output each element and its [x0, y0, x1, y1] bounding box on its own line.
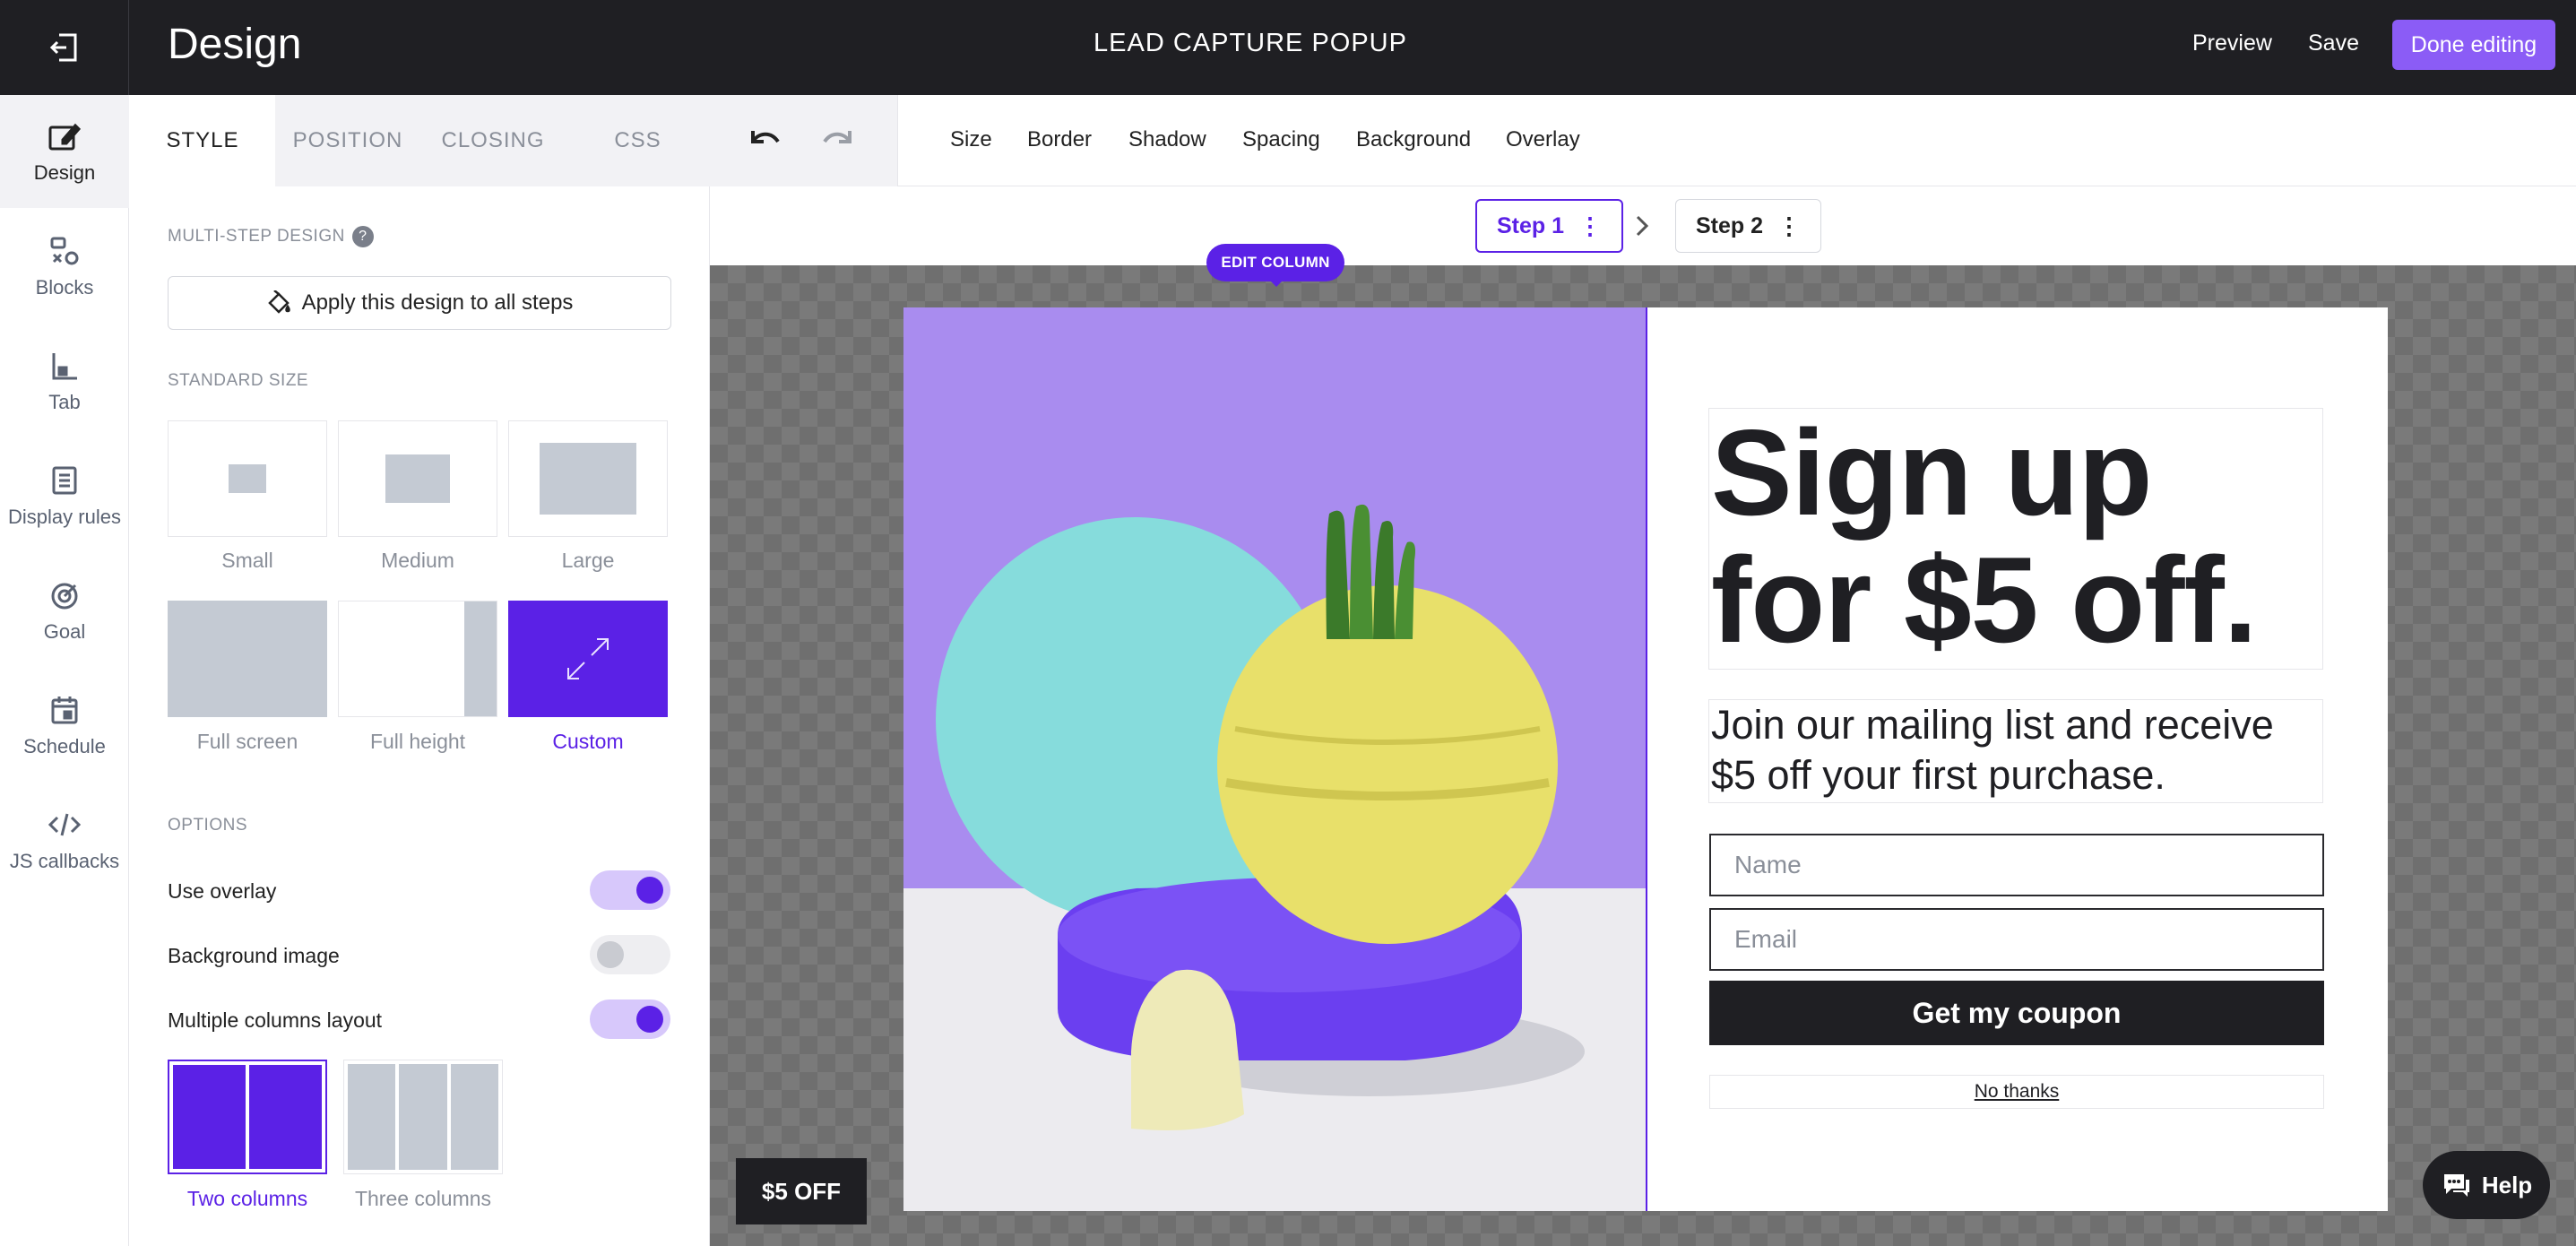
save-button[interactable]: Save — [2308, 30, 2359, 56]
popup-name: LEAD CAPTURE POPUP — [1094, 29, 1407, 57]
nav-label: Tab — [48, 391, 81, 413]
help-label: Help — [2481, 1171, 2533, 1198]
toggle-knob — [636, 1006, 663, 1033]
pen-icon — [48, 123, 82, 151]
standard-size-label: STANDARD SIZE — [168, 371, 309, 390]
code-icon — [48, 813, 82, 836]
size-large[interactable] — [508, 420, 668, 537]
toggle-knob — [636, 877, 663, 904]
nav-label: Goal — [43, 620, 86, 643]
nav-goal[interactable]: Goal — [0, 554, 129, 667]
use-overlay-toggle[interactable] — [590, 870, 670, 910]
multistep-label: MULTI-STEP DESIGN — [168, 227, 345, 247]
size-small-label: Small — [221, 549, 273, 572]
redo-icon[interactable] — [819, 124, 855, 156]
step-1-tab[interactable]: Step 1 ⋮ — [1475, 199, 1624, 253]
multistep-label-row: MULTI-STEP DESIGN? — [168, 226, 374, 247]
undo-icon[interactable] — [748, 124, 783, 156]
nav-label: Display rules — [8, 506, 121, 528]
style-panel: STYLE POSITION CLOSING CSS MULTI-STEP DE… — [130, 95, 710, 1246]
size-full-screen-label: Full screen — [196, 730, 298, 753]
size-medium-label: Medium — [381, 549, 454, 572]
image-column[interactable] — [903, 307, 1647, 1211]
popup-headline[interactable]: Sign up for $5 off. — [1708, 408, 2323, 670]
size-small[interactable] — [168, 420, 327, 537]
layout-three-columns[interactable] — [343, 1060, 503, 1174]
size-full-height[interactable] — [338, 601, 497, 717]
step-label: Step 1 — [1497, 212, 1565, 238]
name-field[interactable]: Name — [1709, 834, 2324, 896]
size-full-height-label: Full height — [369, 730, 466, 753]
options-label: OPTIONS — [168, 816, 248, 835]
size-full-screen[interactable] — [168, 601, 327, 717]
step-label: Step 2 — [1696, 212, 1764, 238]
left-nav: Design Blocks Tab Display rules Goal Sch… — [0, 95, 129, 1246]
calendar-icon — [51, 697, 78, 724]
background-image-label: Background image — [168, 944, 340, 967]
three-columns-label: Three columns — [354, 1187, 492, 1210]
multiple-columns-toggle[interactable] — [590, 999, 670, 1039]
document-icon — [52, 466, 77, 495]
step-bar: Step 1 ⋮ Step 2 ⋮ — [710, 186, 2576, 265]
apply-label: Apply this design to all steps — [301, 290, 574, 315]
two-columns-label: Two columns — [186, 1187, 308, 1210]
panel-tabs: STYLE POSITION CLOSING CSS — [130, 95, 710, 186]
target-icon — [51, 583, 78, 610]
size-large-label: Large — [561, 549, 615, 572]
toggle-knob — [597, 941, 624, 968]
nav-label: JS callbacks — [9, 850, 120, 872]
help-button[interactable]: Help — [2423, 1151, 2550, 1219]
editor-toolbar: Size Border Shadow Spacing Background Ov… — [710, 95, 2576, 186]
nav-design[interactable]: Design — [0, 95, 129, 208]
nav-tab[interactable]: Tab — [0, 324, 129, 437]
tab-position[interactable]: POSITION — [275, 95, 420, 186]
nav-label: Blocks — [35, 276, 94, 299]
nav-blocks[interactable]: Blocks — [0, 210, 129, 323]
history-controls — [710, 95, 898, 186]
top-bar: Design LEAD CAPTURE POPUP Preview Save D… — [0, 0, 2576, 95]
toolbar-size[interactable]: Size — [950, 127, 992, 152]
tab-style[interactable]: STYLE — [130, 95, 275, 186]
apply-all-steps-button[interactable]: Apply this design to all steps — [168, 276, 671, 330]
toolbar-background[interactable]: Background — [1356, 127, 1471, 152]
product-photo — [903, 307, 1646, 1211]
tab-icon — [52, 353, 77, 380]
tab-css[interactable]: CSS — [566, 95, 710, 186]
background-image-toggle[interactable] — [590, 935, 670, 974]
no-thanks-link[interactable]: No thanks — [1709, 1075, 2324, 1109]
multiple-columns-label: Multiple columns layout — [168, 1008, 383, 1032]
more-vertical-icon[interactable]: ⋮ — [1777, 212, 1801, 240]
teaser-badge[interactable]: $5 OFF — [736, 1158, 867, 1224]
tab-closing[interactable]: CLOSING — [420, 95, 566, 186]
nav-display-rules[interactable]: Display rules — [0, 439, 129, 552]
layout-two-columns[interactable] — [168, 1060, 327, 1174]
email-field[interactable]: Email — [1709, 908, 2324, 971]
done-editing-button[interactable]: Done editing — [2392, 20, 2555, 70]
chevron-right-icon — [1636, 215, 1649, 237]
toolbar-border[interactable]: Border — [1027, 127, 1092, 152]
size-custom-label: Custom — [552, 730, 624, 753]
blocks-icon — [50, 237, 79, 265]
nav-label: Schedule — [23, 735, 106, 757]
nav-label: Design — [33, 161, 96, 184]
paint-bucket-icon — [267, 290, 290, 314]
chat-icon — [2443, 1174, 2469, 1197]
more-vertical-icon[interactable]: ⋮ — [1578, 212, 1602, 240]
toolbar-overlay[interactable]: Overlay — [1506, 127, 1580, 152]
size-medium[interactable] — [338, 420, 497, 537]
expand-icon — [567, 638, 609, 679]
nav-schedule[interactable]: Schedule — [0, 669, 129, 782]
use-overlay-label: Use overlay — [168, 879, 277, 903]
preview-button[interactable]: Preview — [2192, 30, 2272, 56]
nav-js-callbacks[interactable]: JS callbacks — [0, 783, 129, 896]
toolbar-shadow[interactable]: Shadow — [1128, 127, 1206, 152]
edit-column-badge[interactable]: EDIT COLUMN — [1206, 244, 1344, 287]
get-coupon-button[interactable]: Get my coupon — [1709, 981, 2324, 1045]
popup-subtext[interactable]: Join our mailing list and receive $5 off… — [1708, 699, 2323, 803]
help-icon[interactable]: ? — [351, 226, 374, 247]
step-2-tab[interactable]: Step 2 ⋮ — [1675, 199, 1822, 253]
toolbar-spacing[interactable]: Spacing — [1242, 127, 1320, 152]
size-custom[interactable] — [508, 601, 668, 717]
